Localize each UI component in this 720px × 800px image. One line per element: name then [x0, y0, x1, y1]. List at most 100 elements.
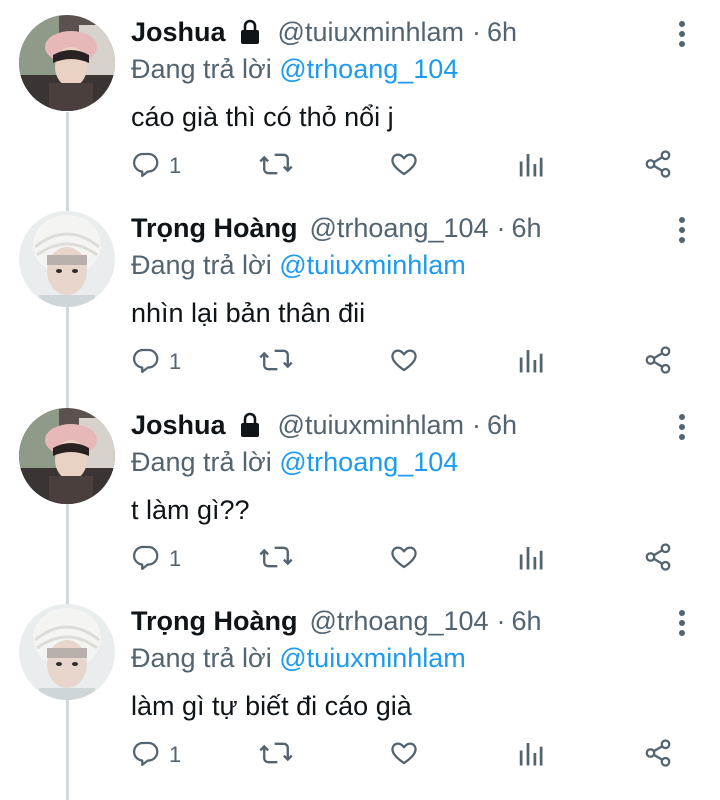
lock-icon	[238, 412, 262, 438]
share-icon	[643, 738, 673, 773]
avatar[interactable]	[19, 604, 115, 700]
display-name[interactable]: Joshua	[131, 17, 226, 48]
analytics-icon	[517, 738, 545, 773]
retweet-icon	[259, 345, 293, 380]
reply-icon	[131, 345, 161, 380]
heart-icon	[389, 738, 419, 773]
retweet-icon	[259, 542, 293, 577]
separator-dot: ·	[472, 409, 481, 440]
like-button[interactable]	[389, 539, 419, 579]
tweet-text: t làm gì??	[131, 495, 250, 525]
timestamp[interactable]: 6h	[512, 213, 542, 244]
timestamp[interactable]: 6h	[487, 410, 517, 441]
retweet-button[interactable]	[259, 539, 293, 579]
replying-to-label: Đang trả lời	[131, 447, 280, 477]
separator-dot: ·	[496, 605, 506, 636]
user-handle[interactable]: @trhoang_104	[309, 606, 488, 637]
share-icon	[643, 542, 673, 577]
tweet-header: Trọng Hoàng @trhoang_104 · 6h	[131, 601, 660, 641]
reply-button[interactable]: 1	[131, 146, 181, 186]
views-button[interactable]	[517, 342, 545, 382]
timestamp[interactable]: 6h	[512, 606, 542, 637]
analytics-icon	[517, 542, 545, 577]
views-button[interactable]	[517, 146, 545, 186]
heart-icon	[389, 345, 419, 380]
more-vertical-icon[interactable]	[678, 609, 686, 637]
share-icon	[643, 149, 673, 184]
tweet-header: Joshua @tuiuxminhlam · 6h	[131, 405, 660, 445]
retweet-icon	[259, 738, 293, 773]
replying-to: Đang trả lời @tuiuxminhlam	[131, 248, 660, 282]
tweet-header: Trọng Hoàng @trhoang_104 · 6h	[131, 208, 660, 248]
tweet-actions: 1	[131, 342, 691, 382]
reply-count: 1	[169, 349, 182, 374]
heart-icon	[389, 149, 419, 184]
mention-link[interactable]: @trhoang_104	[279, 54, 458, 84]
reply-icon	[131, 542, 161, 577]
reply-button[interactable]: 1	[131, 342, 181, 382]
tweet-text: làm gì tự biết đi cáo già	[131, 691, 412, 721]
retweet-icon	[259, 149, 293, 184]
retweet-button[interactable]	[259, 735, 293, 775]
display-name[interactable]: Joshua	[131, 410, 226, 441]
reply-count: 1	[169, 546, 182, 571]
tweet-text: cáo già thì có thỏ nổi j	[131, 102, 394, 132]
reply-button[interactable]: 1	[131, 735, 181, 775]
tweet[interactable]: Trọng Hoàng @trhoang_104 · 6h Đang trả lời @…	[0, 196, 720, 392]
display-name[interactable]: Trọng Hoàng	[131, 213, 297, 244]
tweet-content: Joshua @tuiuxminhlam · 6h Đang trả lời @trho…	[131, 12, 660, 134]
reply-icon	[131, 149, 161, 184]
replying-to: Đang trả lời @tuiuxminhlam	[131, 641, 660, 675]
like-button[interactable]	[389, 146, 419, 186]
avatar[interactable]	[19, 15, 115, 111]
retweet-button[interactable]	[259, 342, 293, 382]
tweet[interactable]: Trọng Hoàng @trhoang_104 · 6h Đang trả lời @…	[0, 589, 720, 785]
timestamp[interactable]: 6h	[487, 17, 517, 48]
more-vertical-icon[interactable]	[678, 20, 686, 48]
reply-button[interactable]: 1	[131, 539, 181, 579]
mention-link[interactable]: @tuiuxminhlam	[279, 250, 465, 280]
tweet[interactable]: Joshua @tuiuxminhlam · 6h Đang trả lời @trho…	[0, 0, 720, 196]
replying-to-label: Đang trả lời	[131, 250, 280, 280]
mention-link[interactable]: @tuiuxminhlam	[279, 643, 465, 673]
tweet[interactable]: Joshua @tuiuxminhlam · 6h Đang trả lời @trho…	[0, 393, 720, 589]
tweet-header: Joshua @tuiuxminhlam · 6h	[131, 12, 660, 52]
tweet-actions: 1	[131, 539, 691, 579]
replying-to-label: Đang trả lời	[131, 54, 280, 84]
tweet-text: nhìn lại bản thân đii	[131, 298, 366, 328]
analytics-icon	[517, 345, 545, 380]
reply-count: 1	[169, 153, 182, 178]
tweet-content: Trọng Hoàng @trhoang_104 · 6h Đang trả lời @…	[131, 601, 660, 723]
more-vertical-icon[interactable]	[678, 216, 686, 244]
retweet-button[interactable]	[259, 146, 293, 186]
replying-to-label: Đang trả lời	[131, 643, 280, 673]
tweet-content: Joshua @tuiuxminhlam · 6h Đang trả lời @trho…	[131, 405, 660, 527]
user-handle[interactable]: @tuiuxminhlam	[278, 17, 464, 48]
like-button[interactable]	[389, 342, 419, 382]
user-handle[interactable]: @trhoang_104	[309, 213, 488, 244]
views-button[interactable]	[517, 735, 545, 775]
like-button[interactable]	[389, 735, 419, 775]
display-name[interactable]: Trọng Hoàng	[131, 606, 297, 637]
share-button[interactable]	[643, 539, 673, 579]
more-vertical-icon[interactable]	[678, 413, 686, 441]
share-button[interactable]	[643, 146, 673, 186]
avatar[interactable]	[19, 211, 115, 307]
share-button[interactable]	[643, 735, 673, 775]
user-handle[interactable]: @tuiuxminhlam	[278, 410, 464, 441]
mention-link[interactable]: @trhoang_104	[279, 447, 458, 477]
tweet-actions: 1	[131, 735, 691, 775]
tweet-content: Trọng Hoàng @trhoang_104 · 6h Đang trả lời @…	[131, 208, 660, 330]
lock-icon	[238, 19, 262, 45]
tweet-actions: 1	[131, 146, 691, 186]
separator-dot: ·	[496, 212, 506, 243]
separator-dot: ·	[472, 16, 481, 47]
replying-to: Đang trả lời @trhoang_104	[131, 52, 660, 86]
share-icon	[643, 345, 673, 380]
views-button[interactable]	[517, 539, 545, 579]
share-button[interactable]	[643, 342, 673, 382]
reply-count: 1	[169, 742, 182, 767]
analytics-icon	[517, 149, 545, 184]
avatar[interactable]	[19, 408, 115, 504]
heart-icon	[389, 542, 419, 577]
